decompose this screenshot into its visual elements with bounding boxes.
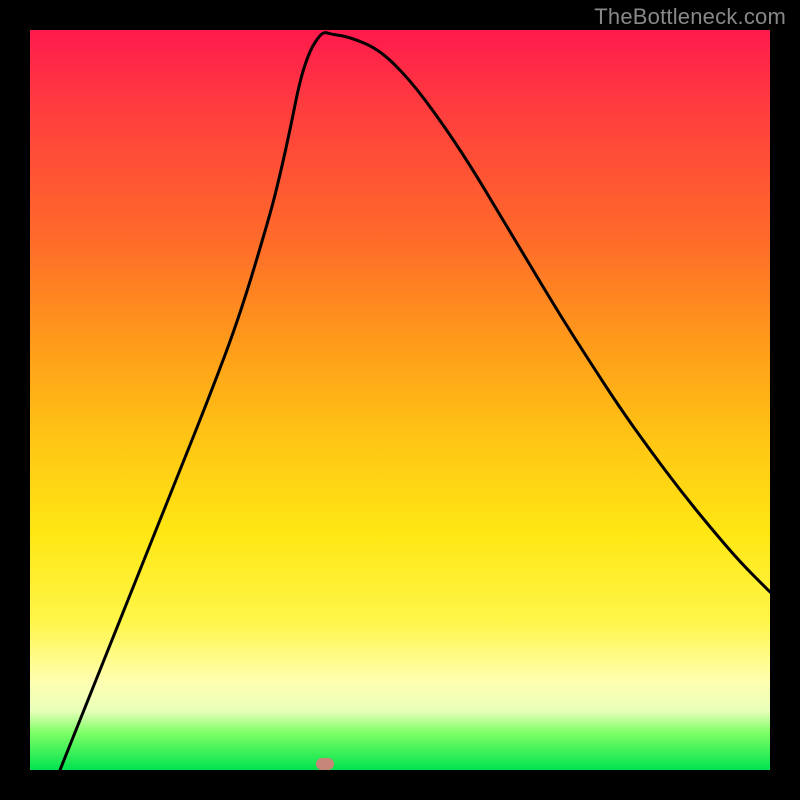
chart-frame: TheBottleneck.com [0,0,800,800]
bottleneck-curve [30,30,770,770]
plot-area [30,30,770,770]
watermark-text: TheBottleneck.com [594,4,786,30]
min-marker [316,758,334,770]
